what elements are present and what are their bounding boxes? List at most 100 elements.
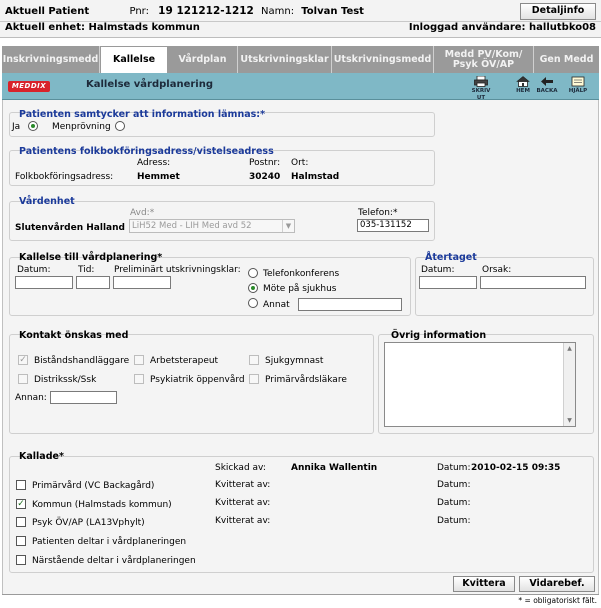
tab-utskrivningsmedd[interactable]: Utskrivningsmedd [332,46,434,73]
tab-inskrivningsmedd[interactable]: Inskrivningsmedd [2,46,100,73]
current-unit: Aktuell enhet: Halmstads kommun [5,22,200,33]
telefonkonferens-radio[interactable] [248,268,258,278]
kallelse-prel-input[interactable] [113,276,171,289]
form-panel: Patienten samtycker att information lämn… [2,100,599,594]
address-col-postnr: Postnr: [249,158,281,168]
avd-value: LiH52 Med - LIH Med avd 52 [132,221,252,231]
pnr-value: 19 121212-1212 [158,5,254,17]
back-tool[interactable]: BACKA [535,76,559,95]
skickad-datum-value: 2010-02-15 09:35 [471,463,561,473]
consent-yes-label: Ja [12,122,21,132]
sjukgymnast-label: Sjukgymnast [265,356,324,366]
kallelse-datum-input[interactable] [15,276,73,289]
psykiatrik-checkbox[interactable] [134,374,144,384]
annat-input[interactable] [298,298,402,311]
atertaget-datum-label: Datum: [421,265,455,275]
consent-yes-radio[interactable] [28,121,38,131]
back-label: BACKA [536,88,558,94]
patient-line: Aktuell Patient Pnr: 19 121212-1212 Namn… [5,5,364,17]
sjukgymnast-checkbox[interactable] [249,355,259,365]
home-label: HEM [516,88,530,94]
kvittera-button[interactable]: Kvittera [453,576,515,592]
vidarebef-button[interactable]: Vidarebef. [519,576,595,592]
distrikssk-checkbox[interactable] [18,374,28,384]
annan-input[interactable] [50,391,117,404]
bistandshandlaggare-label: Biståndshandläggare [34,356,130,366]
meddix-logo: MEDDIX [8,81,50,92]
help-icon [571,76,585,87]
skickad-datum-label: Datum: [437,463,471,473]
mandatory-footnote: * = obligatoriskt fält. [518,596,597,605]
home-icon [516,76,530,87]
bistandshandlaggare-checkbox[interactable]: ✓ [18,355,28,365]
tab-vardplan[interactable]: Vårdplan [168,46,238,73]
home-tool[interactable]: HEM [511,76,535,95]
atertaget-title: Återtaget [425,252,477,263]
patient-header: Aktuell Patient Pnr: 19 121212-1212 Namn… [0,0,601,38]
annat-label: Annat [263,300,290,310]
psyk-ov-label: Psyk ÖV/AP (LA13Vphylt) [32,518,145,528]
scroll-up-icon[interactable]: ▲ [564,343,575,354]
detaljinfo-button[interactable]: Detaljinfo [520,3,596,20]
tab-bar: Inskrivningsmedd Kallelse Vårdplan Utskr… [2,46,599,73]
psyk-ov-checkbox[interactable] [16,517,26,527]
address-row-label: Folkbokföringsadress: [15,172,114,182]
toolbar: MEDDIX Kallelse vårdplanering SKRIV UT H… [2,73,599,102]
address-col-ort: Ort: [291,158,309,168]
atertaget-orsak-input[interactable] [480,276,586,289]
psyk-ov-kvitterat-label: Kvitterat av: [215,516,271,526]
name-label: Namn: [261,6,295,17]
consent-menprovning-radio[interactable] [115,121,125,131]
tab-kallelse[interactable]: Kallelse [100,46,168,73]
kommun-kvitterat-label: Kvitterat av: [215,498,271,508]
scroll-down-icon[interactable]: ▼ [564,415,575,426]
narstaende-deltar-checkbox[interactable] [16,555,26,565]
psyk-ov-datum-label: Datum: [437,516,471,526]
kontakt-title: Kontakt önskas med [19,330,129,341]
annat-radio[interactable] [248,298,258,308]
skickad-av-value: Annika Wallentin [291,463,378,473]
patienten-deltar-checkbox[interactable] [16,536,26,546]
psykiatrik-label: Psykiatrik öppenvård [150,375,245,385]
kommun-checkbox[interactable]: ✓ [16,499,26,509]
print-tool[interactable]: SKRIV UT [469,76,493,102]
primarvardslakare-label: Primärvårdsläkare [265,375,347,385]
kallelse-title: Kallelse till vårdplanering* [19,252,163,263]
tab-utskrivningsklar[interactable]: Utskrivningsklar [238,46,332,73]
primarvard-kvitterat-label: Kvitterat av: [215,480,271,490]
primarvardslakare-checkbox[interactable] [249,374,259,384]
page-title: Kallelse vårdplanering [86,79,214,90]
kallelse-datum-label: Datum: [17,265,51,275]
primarvard-datum-label: Datum: [437,480,471,490]
narstaende-deltar-label: Närstående deltar i vårdplaneringen [32,556,196,566]
mote-pa-sjukhus-radio[interactable] [248,283,258,293]
ort-value: Halmstad [291,172,340,182]
arbetsterapeut-checkbox[interactable] [134,355,144,365]
vardenhet-name: Slutenvården Halland [15,223,125,233]
kallelse-tid-input[interactable] [76,276,110,289]
consent-menprovning-label: Menprövning [52,122,111,132]
tab-gen-medd[interactable]: Gen Medd [534,46,599,73]
arbetsterapeut-label: Arbetsterapeut [150,356,219,366]
kommun-label: Kommun (Halmstads kommun) [32,500,172,510]
help-label: HJÄLP [568,88,588,94]
mote-pa-sjukhus-label: Möte på sjukhus [263,284,337,294]
logged-in-user: Inloggad användare: hallutbko08 [408,22,596,33]
patient-name: Tolvan Test [301,6,364,17]
kommun-datum-label: Datum: [437,498,471,508]
textarea-scrollbar[interactable]: ▲ ▼ [563,343,575,426]
current-patient-label: Aktuell Patient [5,6,90,17]
atertaget-orsak-label: Orsak: [482,265,512,275]
postnr-value: 30240 [249,172,281,182]
telefon-input[interactable]: 035-131152 [357,219,429,232]
ovrig-textarea[interactable]: ▲ ▼ [384,342,576,427]
patienten-deltar-label: Patienten deltar i vårdplaneringen [32,537,187,547]
avd-select: LiH52 Med - LIH Med avd 52 ▼ [129,219,295,233]
tab-medd-pv-kom[interactable]: Medd PV/Kom/ Psyk ÖV/AP [434,46,534,73]
chevron-down-icon: ▼ [282,220,294,232]
address-value: Hemmet [137,172,180,182]
help-tool[interactable]: HJÄLP [566,76,590,95]
atertaget-datum-input[interactable] [419,276,477,289]
primarvard-checkbox[interactable] [16,480,26,490]
pnr-label: Pnr: [129,6,149,17]
